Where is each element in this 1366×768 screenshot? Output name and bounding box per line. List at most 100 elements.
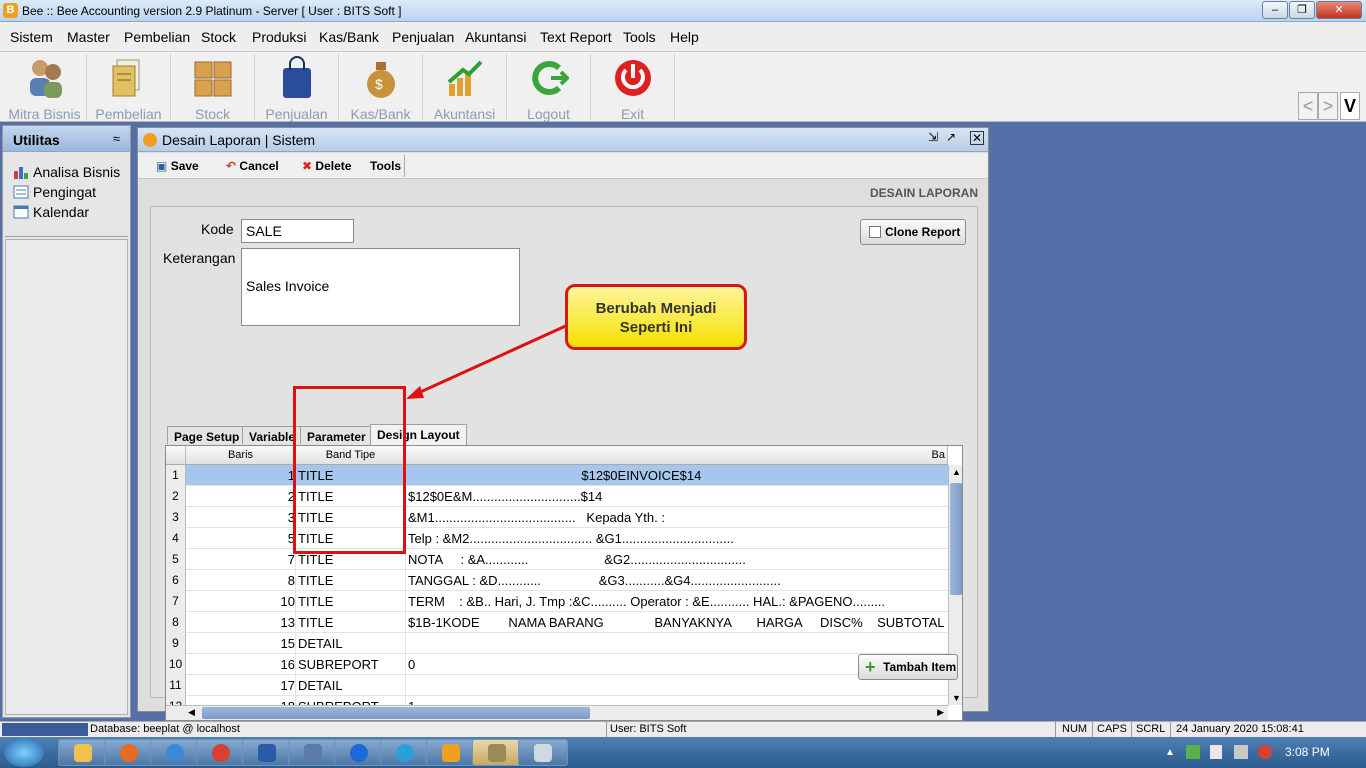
cell-baris[interactable]: 13 — [186, 612, 296, 633]
keterangan-textarea[interactable]: Sales Invoice — [241, 248, 520, 326]
table-row[interactable]: 11 17 DETAIL — [166, 675, 948, 696]
grid-horizontal-scrollbar[interactable]: ◀ ▶ — [166, 705, 948, 720]
delete-button[interactable]: ✖ Delete — [302, 159, 351, 173]
tambah-item-button[interactable]: + Tambah Item — [858, 654, 958, 680]
toolbar-stock-button[interactable]: Stock — [171, 54, 255, 122]
utilitas-header[interactable]: Utilitas ≈ — [3, 126, 130, 152]
tray-network-icon[interactable] — [1186, 745, 1200, 759]
table-row[interactable]: 5 7 TITLE NOTA : &A............ &G2........… — [166, 549, 948, 570]
cell-baris[interactable]: 7 — [186, 549, 296, 570]
toolbar-kas-bank-button[interactable]: $ Kas/Bank — [339, 54, 423, 122]
tray-volume-icon[interactable] — [1258, 745, 1272, 759]
tray-device-icon[interactable] — [1234, 745, 1248, 759]
kode-input[interactable]: SALE — [241, 219, 354, 243]
toolbar-exit-button[interactable]: Exit — [591, 54, 675, 122]
table-row[interactable]: 1 1 TITLE $12$0EINVOICE$14 — [166, 465, 948, 486]
utilitas-item-pengingat[interactable]: Pengingat — [13, 184, 96, 200]
table-row[interactable]: 8 13 TITLE $1B-1KODE NAMA BARANG BANYAKNYA … — [166, 612, 948, 633]
menu-sistem[interactable]: Sistem — [10, 29, 53, 45]
cell-baris[interactable]: 17 — [186, 675, 296, 696]
table-row[interactable]: 2 2 TITLE $12$0E&M.........................… — [166, 486, 948, 507]
cell-value[interactable]: NOTA : &A............ &G2...............… — [408, 549, 948, 570]
close-icon[interactable]: ✕ — [970, 131, 984, 145]
menu-text-report[interactable]: Text Report — [540, 29, 612, 45]
cell-baris[interactable]: 3 — [186, 507, 296, 528]
toolbar-mitra-bisnis-button[interactable]: Mitra Bisnis — [3, 54, 87, 122]
cell-band[interactable]: DETAIL — [298, 675, 406, 696]
menu-kas-bank[interactable]: Kas/Bank — [319, 29, 379, 45]
toolbar-pembelian-button[interactable]: Pembelian — [87, 54, 171, 122]
cell-baris[interactable]: 5 — [186, 528, 296, 549]
cell-value[interactable]: &M1.....................................… — [408, 507, 948, 528]
menu-penjualan[interactable]: Penjualan — [392, 29, 454, 45]
menu-akuntansi[interactable]: Akuntansi — [465, 29, 526, 45]
tools-button[interactable]: Tools — [370, 159, 401, 173]
minimize-button[interactable]: – — [1262, 1, 1288, 19]
collapse-icon[interactable]: ≈ — [113, 131, 120, 146]
menu-help[interactable]: Help — [670, 29, 699, 45]
cell-baris[interactable]: 8 — [186, 570, 296, 591]
close-window-button[interactable]: ✕ — [1316, 1, 1362, 19]
taskbar-telegram[interactable] — [380, 739, 430, 766]
tray-expand-icon[interactable]: ▲ — [1165, 747, 1175, 758]
scrollbar-thumb[interactable] — [202, 707, 590, 719]
taskbar-bee[interactable] — [426, 739, 476, 766]
cell-value[interactable]: TERM : &B.. Hari, J. Tmp :&C.......... O… — [408, 591, 948, 612]
taskbar-clock[interactable]: 3:08 PM — [1285, 745, 1330, 759]
cell-band[interactable]: SUBREPORT — [298, 654, 406, 675]
table-row[interactable]: 3 3 TITLE &M1..............................… — [166, 507, 948, 528]
cell-band[interactable]: TITLE — [298, 570, 406, 591]
taskbar-chrome[interactable] — [196, 739, 246, 766]
utilitas-item-analisa-bisnis[interactable]: Analisa Bisnis — [13, 164, 120, 180]
table-row[interactable]: 6 8 TITLE TANGGAL : &D............ &G3.....… — [166, 570, 948, 591]
utilitas-item-kalendar[interactable]: Kalendar — [13, 204, 89, 220]
cell-value[interactable]: $12$0E&M..............................$1… — [408, 486, 948, 507]
restore-icon[interactable]: ⇲ — [926, 131, 940, 145]
menu-tools[interactable]: Tools — [623, 29, 656, 45]
toolbar-penjualan-button[interactable]: Penjualan — [255, 54, 339, 122]
grid-header-value[interactable]: Ba — [406, 446, 948, 465]
nav-next-button[interactable]: > — [1318, 92, 1338, 120]
cell-baris[interactable]: 16 — [186, 654, 296, 675]
taskbar-teamviewer[interactable] — [334, 739, 384, 766]
save-button[interactable]: ▣ Save — [156, 159, 199, 173]
toolbar-akuntansi-button[interactable]: Akuntansi — [423, 54, 507, 122]
menu-stock[interactable]: Stock — [201, 29, 236, 45]
scroll-up-icon[interactable]: ▲ — [952, 467, 961, 477]
cell-band[interactable]: TITLE — [298, 591, 406, 612]
cell-baris[interactable]: 10 — [186, 591, 296, 612]
tray-battery-icon[interactable] — [1210, 745, 1222, 759]
nav-prev-button[interactable]: < — [1298, 92, 1318, 120]
menu-pembelian[interactable]: Pembelian — [124, 29, 190, 45]
cell-value[interactable]: $1B-1KODE NAMA BARANG BANYAKNYA HARGA DI… — [408, 612, 948, 633]
table-row[interactable]: 4 5 TITLE Telp : &M2.......................… — [166, 528, 948, 549]
taskbar-ie[interactable] — [150, 739, 200, 766]
taskbar-active-app[interactable] — [472, 739, 522, 766]
maximize-icon[interactable]: ↗ — [944, 131, 958, 145]
cell-value[interactable]: Telp : &M2..............................… — [408, 528, 948, 549]
table-row[interactable]: 7 10 TITLE TERM : &B.. Hari, J. Tmp :&C....… — [166, 591, 948, 612]
cell-value[interactable]: TANGGAL : &D............ &G3...........&… — [408, 570, 948, 591]
cell-baris[interactable]: 1 — [186, 465, 296, 486]
clone-report-button[interactable]: Clone Report — [860, 219, 966, 245]
scroll-right-icon[interactable]: ▶ — [937, 707, 944, 718]
maximize-button[interactable]: ❐ — [1289, 1, 1315, 19]
menu-produksi[interactable]: Produksi — [252, 29, 306, 45]
cell-baris[interactable]: 15 — [186, 633, 296, 654]
cell-baris[interactable]: 2 — [186, 486, 296, 507]
cell-band[interactable]: TITLE — [298, 612, 406, 633]
table-row[interactable]: 9 15 DETAIL — [166, 633, 948, 654]
taskbar-explorer[interactable] — [58, 739, 108, 766]
cancel-button[interactable]: ↶ Cancel — [226, 159, 279, 173]
cell-value[interactable] — [408, 633, 948, 654]
table-row[interactable]: 10 16 SUBREPORT 0 — [166, 654, 948, 675]
taskbar-app[interactable] — [288, 739, 338, 766]
toolbar-logout-button[interactable]: Logout — [507, 54, 591, 122]
cell-band[interactable]: DETAIL — [298, 633, 406, 654]
taskbar-word[interactable] — [242, 739, 292, 766]
scrollbar-thumb[interactable] — [950, 483, 962, 595]
taskbar-snipping[interactable] — [518, 739, 568, 766]
scroll-down-icon[interactable]: ▼ — [952, 693, 961, 703]
cell-value[interactable]: $12$0EINVOICE$14 — [408, 465, 948, 486]
menu-master[interactable]: Master — [67, 29, 110, 45]
